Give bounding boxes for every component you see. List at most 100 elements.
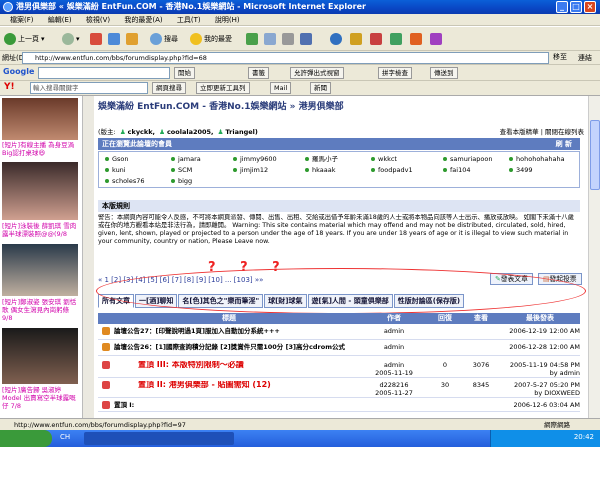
print-button[interactable] [282,32,294,46]
google-start-button[interactable]: 開始 [174,67,195,79]
thread-title[interactable]: 論壇公告26：[1]國際查詢積分記錄 [2]獎賞件只需100分 [3]高分cdr… [114,343,354,351]
google-bookmarks-button[interactable]: 書籤 [248,67,269,79]
video-thumbnail[interactable] [2,328,78,384]
google-spell-button[interactable]: 拼字檢查 [378,67,412,79]
menu-edit[interactable]: 編輯(E) [48,16,72,24]
moderator-link[interactable]: coolala2005, [167,128,214,136]
video-thumbnail[interactable] [2,244,78,296]
thread-title[interactable]: 置頂 I: [114,401,354,409]
refresh-link[interactable]: 刷 新 [556,138,572,150]
toolbar-extra-6[interactable] [430,32,442,46]
yahoo-search-input[interactable]: 輸入搜尋關鍵字 [30,82,148,94]
moderator-link[interactable]: Triangel) [225,128,257,136]
online-user[interactable]: jamara [171,155,201,163]
table-row[interactable]: 論壇公告26：[1]國際查詢積分記錄 [2]獎賞件只需100分 [3]高分cdr… [98,340,580,356]
taskbar-window-button[interactable] [84,432,234,445]
thread-title[interactable]: 論壇公告27：[印聲說明過1頁]服加入自動加分系統+++ [114,327,354,335]
extension-icon [370,33,382,45]
menu-view[interactable]: 檢視(V) [86,16,110,24]
tab-travel[interactable]: 遊[氣]人間 - 頭童俱樂部 [307,294,393,308]
page-scrollbar[interactable] [588,96,600,418]
go-button[interactable]: 移至 [553,52,567,62]
online-user[interactable]: hkaaak [305,166,335,174]
links-button[interactable]: 連結 [578,53,592,63]
table-row[interactable]: 置頂 III: 本版特別限制～必讀 admin 2005-11-19 0 3076 200… [98,358,580,378]
video-caption[interactable]: [短片]鄭淑姿 張安琪 劉恬歌 偶女生瀉見內崗躬條 9/8 [2,298,78,322]
google-send-button[interactable]: 傳送到 [430,67,458,79]
yahoo-search-button[interactable]: 網頁搜尋 [152,82,186,94]
new-topic-button[interactable]: ✎發表文章 [490,273,533,285]
favorites-button[interactable]: 我的最愛 [190,32,232,46]
window-title: 港男俱樂部 « 娛樂滿紛 EntFun.COM - 香港No.1娛樂網站 - M… [16,2,366,11]
table-row[interactable]: 置頂 II: 港男俱樂部 - 貼圖需知 (12) d228216 2005-11-2… [98,378,580,398]
search-button[interactable]: 搜尋 [150,32,178,46]
edit-button[interactable] [300,32,312,46]
video-thumbnail[interactable] [2,162,78,220]
online-user[interactable]: samuriapoon [443,155,492,163]
online-user[interactable]: kuni [105,166,126,174]
google-search-input[interactable] [38,67,170,79]
toolbar-extra-5[interactable] [410,32,422,46]
menu-help[interactable]: 說明(H) [215,16,240,24]
toolbar-extra-2[interactable] [350,32,362,46]
back-button[interactable]: 上一頁 ▾ [4,32,45,46]
yahoo-news-button[interactable]: 新聞 [310,82,331,94]
close-button[interactable]: × [584,1,596,13]
online-user[interactable]: jimmy9600 [233,155,277,163]
online-user[interactable]: wkkct [371,155,397,163]
video-caption[interactable]: [短片]有線主播 為身豆渦Big認打桌球😆 [2,141,78,157]
video-caption[interactable]: [短片]泳裝後 薛凱琪 雪肉露半球漂裝照@@(9/8 [2,222,78,238]
maximize-button[interactable]: □ [570,1,582,13]
start-button[interactable] [0,430,52,447]
menu-favorites[interactable]: 我的最愛(A) [124,16,162,24]
forward-button[interactable]: ▾ [62,32,80,46]
table-row[interactable]: 置頂 I: 2006-12-6 03:04 AM [98,398,580,412]
tab-archive[interactable]: 性版討論區(保存版) [393,294,465,308]
tab-ball[interactable]: 球[財]球氣 [264,294,307,308]
online-user[interactable]: 3499 [509,166,533,174]
online-user[interactable]: scholes76 [105,177,145,185]
pagination[interactable]: « 1 [2] [3] [4] [5] [6] [7] [8] [9] [10]… [98,276,263,284]
yahoo-update-button[interactable]: 立即更新工具列 [196,82,250,94]
online-user[interactable]: bigg [171,177,192,185]
online-user[interactable]: Gson [105,155,129,163]
thread-title[interactable]: 置頂 II: 港男俱樂部 - 貼圖需知 (12) [138,381,378,389]
tab-drink[interactable]: 一[酒]聊知 [135,294,178,308]
toolbar-extra-3[interactable] [370,32,382,46]
yahoo-mail-button[interactable]: Mail [270,82,292,94]
google-popups-button[interactable]: 允許彈出式視窗 [290,67,344,79]
toolbar-extra-1[interactable] [330,32,342,46]
moderator-link[interactable]: ckyckk, [128,128,155,136]
scroll-thumb[interactable] [590,120,600,190]
new-poll-button[interactable]: ▤發起投票 [538,273,582,285]
refresh-button[interactable] [108,32,120,46]
sidebar-scrollbar[interactable] [82,96,94,418]
tab-all[interactable]: 所有文章 [98,294,134,308]
stop-button[interactable] [90,32,102,46]
thread-title[interactable]: 置頂 III: 本版特別限制～必讀 [138,361,378,369]
annotation-question-marks: ? ? ? [208,260,290,275]
online-user[interactable]: 羅馬小子 [305,155,338,163]
online-user[interactable]: foodpadv1 [371,166,413,174]
menu-file[interactable]: 檔案(F) [10,16,34,24]
mail-button[interactable] [264,32,276,46]
input-language[interactable]: CH [60,433,70,441]
table-row[interactable]: 論壇公告27：[印聲說明過1頁]服加入自動加分系統+++ admin 2006-12… [98,324,580,340]
thread-author: admin [383,343,405,351]
menu-tools[interactable]: 工具(T) [177,16,201,24]
address-input[interactable]: http://www.entfun.com/bbs/forumdisplay.p… [22,52,549,64]
toolbar-extra-4[interactable] [390,32,402,46]
video-thumbnail[interactable] [2,98,78,140]
online-user[interactable]: jimjim12 [233,166,268,174]
video-caption[interactable]: [短片]廣告歸 吳淑婷Model 出賣寫空半球露嘅仔 7/8 [2,386,78,410]
extension-icon [410,33,422,45]
online-user[interactable]: hohohohahaha [509,155,565,163]
history-button[interactable] [246,32,258,46]
minimize-button[interactable]: _ [556,1,568,13]
tab-color[interactable]: 名[色]其色之"樂而筆淫" [178,294,264,308]
menu-bar: 檔案(F) 編輯(E) 檢視(V) 我的最愛(A) 工具(T) 說明(H) [0,14,600,26]
home-button[interactable] [126,32,138,46]
online-user[interactable]: SCM [171,166,192,174]
moderator-links[interactable]: 查看本版精華 | 關閉在線列表 [500,126,584,136]
online-user[interactable]: fai104 [443,166,470,174]
